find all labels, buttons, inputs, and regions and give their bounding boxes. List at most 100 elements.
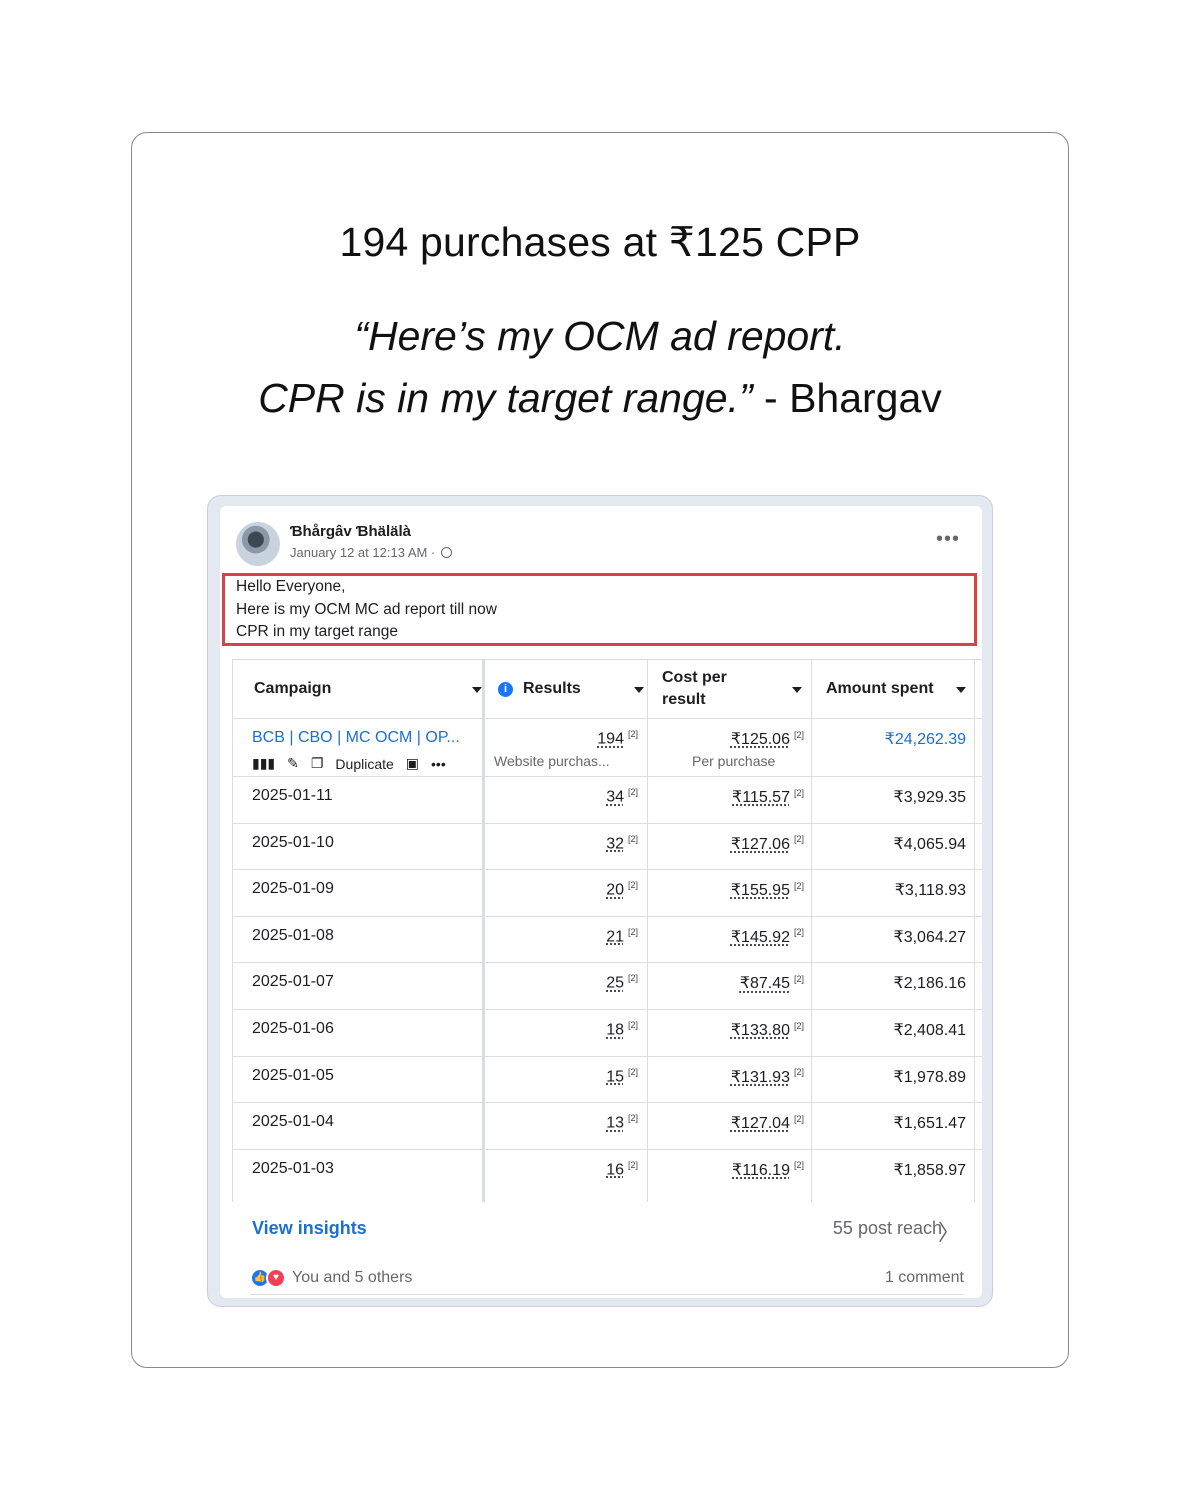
header-amount-label: Amount spent xyxy=(826,680,934,697)
row-results-value[interactable]: 16 xyxy=(606,1161,624,1178)
row-cost-value[interactable]: ₹133.80 xyxy=(731,1022,790,1039)
comment-count[interactable]: 1 comment xyxy=(885,1269,964,1287)
footnote-marker: [2] xyxy=(793,729,804,740)
avatar[interactable] xyxy=(236,522,280,566)
row-results-value[interactable]: 13 xyxy=(606,1115,624,1132)
row-date: 2025-01-06 xyxy=(252,1020,334,1037)
row-results-value[interactable]: 25 xyxy=(606,975,624,992)
row-results-value[interactable]: 20 xyxy=(606,882,624,899)
row-date: 2025-01-11 xyxy=(252,787,333,804)
header-cost-line-2: result xyxy=(662,691,706,708)
pencil-icon[interactable]: ✎ xyxy=(287,755,299,772)
quote-author: - Bhargav xyxy=(752,375,942,421)
header-amount-spent[interactable]: Amount spent xyxy=(826,660,976,718)
chevron-right-icon[interactable]: 〉 xyxy=(938,1215,960,1247)
row-amount: ₹3,064.27 xyxy=(893,928,966,946)
headline: 194 purchases at ₹125 CPP xyxy=(339,219,861,265)
row-date: 2025-01-04 xyxy=(252,1113,334,1131)
chevron-down-icon[interactable] xyxy=(634,687,644,693)
footnote-marker: [2] xyxy=(793,880,804,891)
footnote-marker: [2] xyxy=(627,880,638,891)
footnote-marker: [2] xyxy=(627,1113,638,1124)
row-cost: ₹133.80 [2] xyxy=(662,1020,804,1040)
header-campaign[interactable]: Campaign xyxy=(254,660,482,718)
row-cost-value[interactable]: ₹155.95 xyxy=(731,882,790,899)
footnote-marker: [2] xyxy=(793,1067,804,1078)
image-icon[interactable]: ▣ xyxy=(406,755,419,772)
footnote-marker: [2] xyxy=(793,1160,804,1171)
row-cost-value[interactable]: ₹127.04 xyxy=(731,1115,790,1132)
row-results: 20 [2] xyxy=(498,880,638,899)
quote-line-2: CPR is in my target range.” xyxy=(258,375,753,421)
more-dots-icon[interactable]: ••• xyxy=(431,756,446,772)
row-results: 34 [2] xyxy=(498,787,638,806)
row-amount: ₹2,186.16 xyxy=(893,975,966,993)
footnote-marker: [2] xyxy=(793,787,804,798)
chevron-down-icon[interactable] xyxy=(956,687,966,693)
footnote-marker: [2] xyxy=(627,787,638,797)
quote-line-1: “Here’s my OCM ad report. xyxy=(354,313,846,359)
campaign-name-link[interactable]: BCB | CBO | MC OCM | OP... xyxy=(252,729,460,747)
row-cost: ₹116.19 [2] xyxy=(662,1160,804,1180)
row-date: 2025-01-09 xyxy=(252,880,334,898)
row-results: 32 [2] xyxy=(498,834,638,853)
summary-cost-value[interactable]: ₹125.06 xyxy=(731,731,790,748)
row-results: 25 [2] xyxy=(498,973,638,992)
row-results: 21 [2] xyxy=(498,927,638,946)
row-cost: ₹145.92 [2] xyxy=(662,927,804,947)
header-campaign-label: Campaign xyxy=(254,680,332,697)
footnote-marker: [2] xyxy=(627,729,638,739)
duplicate-button[interactable]: Duplicate xyxy=(335,756,393,772)
row-amount: ₹3,929.35 xyxy=(893,789,966,806)
row-cost-value[interactable]: ₹131.93 xyxy=(731,1069,790,1086)
row-amount: ₹3,118.93 xyxy=(894,882,966,900)
row-amount: ₹4,065.94 xyxy=(893,835,966,853)
row-date: 2025-01-08 xyxy=(252,926,334,944)
row-cost-value[interactable]: ₹145.92 xyxy=(731,929,790,946)
row-cost-value[interactable]: ₹116.19 xyxy=(732,1162,790,1179)
row-results-value[interactable]: 32 xyxy=(606,835,624,852)
summary-cost: ₹125.06 [2] xyxy=(662,729,804,749)
duplicate-icon[interactable]: ❐ xyxy=(311,755,324,772)
view-insights-link[interactable]: View insights xyxy=(252,1218,367,1239)
chevron-down-icon[interactable] xyxy=(472,687,482,693)
table-row: 2025-01-10 32 [2] ₹127.06 [2] ₹4,065.94 xyxy=(232,822,982,870)
info-icon[interactable]: i xyxy=(498,681,513,697)
row-results: 18 [2] xyxy=(498,1020,638,1039)
row-amount: ₹1,651.47 xyxy=(893,1115,966,1133)
row-cost: ₹87.45 [2] xyxy=(662,973,804,993)
summary-results-value[interactable]: 194 xyxy=(597,730,624,747)
footnote-marker: [2] xyxy=(627,1159,638,1170)
summary-amount[interactable]: ₹24,262.39 xyxy=(826,729,966,749)
table-row: 2025-01-05 15 [2] ₹131.93 [2] ₹1,978.89 xyxy=(232,1055,982,1103)
table-row: 2025-01-07 25 [2] ₹87.45 [2] ₹2,186.16 xyxy=(232,962,982,1009)
reactions[interactable]: 👍 ♥ You and 5 others xyxy=(250,1268,412,1288)
post-meta: January 12 at 12:13 AM · xyxy=(290,545,452,560)
footnote-marker: [2] xyxy=(627,833,638,844)
row-cost-value[interactable]: ₹87.45 xyxy=(740,975,790,992)
header-cost-per-result[interactable]: Cost per result xyxy=(662,660,812,718)
row-results: 16 [2] xyxy=(498,1160,638,1179)
row-results: 15 [2] xyxy=(498,1067,638,1086)
row-results-value[interactable]: 34 xyxy=(606,788,624,805)
table-row: 2025-01-08 21 [2] ₹145.92 [2] ₹3,064.27 xyxy=(232,915,982,963)
row-results-value[interactable]: 21 xyxy=(606,928,624,945)
row-results-value[interactable]: 18 xyxy=(606,1021,624,1038)
header-cost-line-1: Cost per xyxy=(662,669,727,686)
row-cost-value[interactable]: ₹115.57 xyxy=(732,789,790,806)
more-options-icon[interactable]: ••• xyxy=(936,528,960,551)
footnote-marker: [2] xyxy=(793,927,804,938)
header-results[interactable]: i Results xyxy=(498,660,648,718)
row-results-value[interactable]: 15 xyxy=(606,1068,624,1085)
message-line-2: Here is my OCM MC ad report till now xyxy=(236,600,497,618)
row-cost-value[interactable]: ₹127.06 xyxy=(731,836,790,853)
chart-bars-icon[interactable]: ▮▮▮ xyxy=(252,755,275,772)
row-date: 2025-01-07 xyxy=(252,973,334,991)
post-reach[interactable]: 55 post reach xyxy=(833,1218,942,1239)
post-timestamp[interactable]: January 12 at 12:13 AM · xyxy=(290,545,435,560)
post-author[interactable]: Ɓhårgâv Ɓhälälà xyxy=(290,523,411,540)
chevron-down-icon[interactable] xyxy=(792,687,802,693)
campaign-toolbar: ▮▮▮ ✎ ❐ Duplicate ▣ ••• xyxy=(252,755,446,772)
row-amount: ₹1,978.89 xyxy=(893,1068,966,1086)
footnote-marker: [2] xyxy=(793,974,804,985)
